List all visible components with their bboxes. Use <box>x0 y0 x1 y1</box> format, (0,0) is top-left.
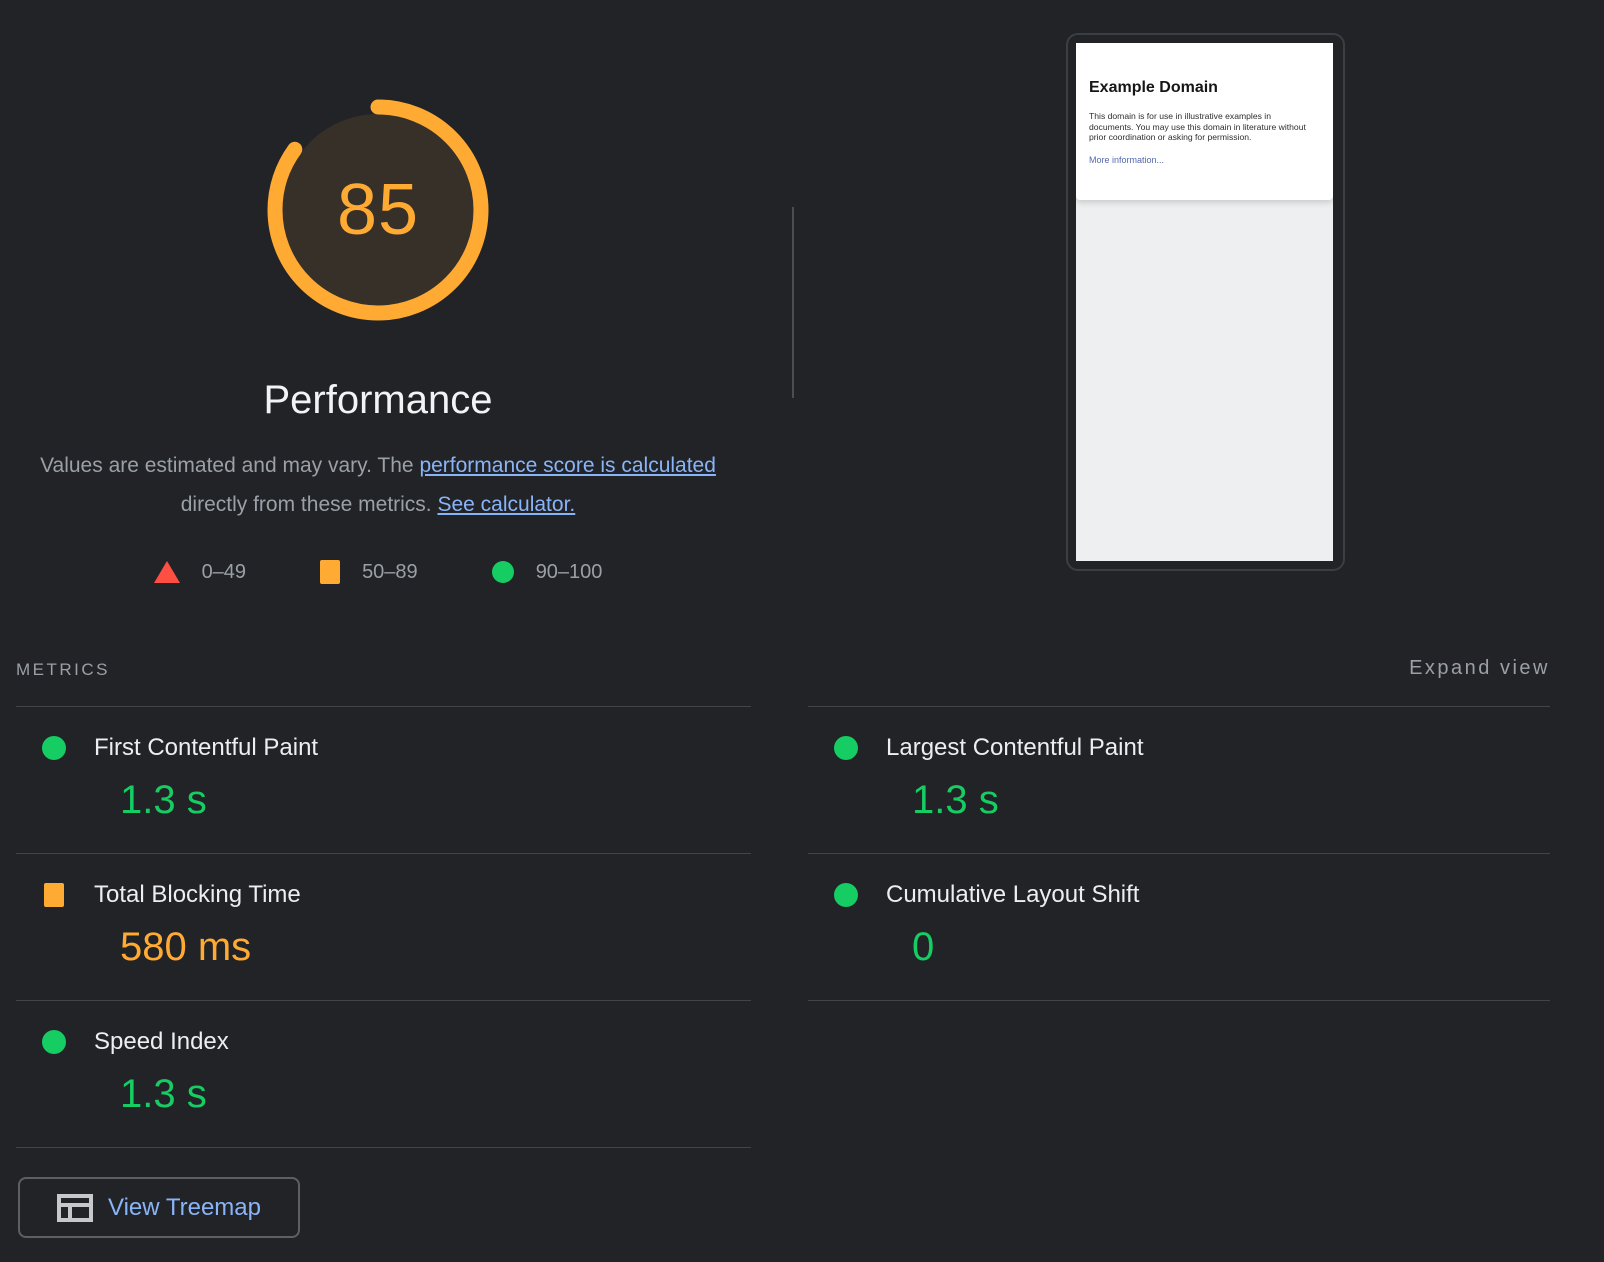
metric-speed-index: Speed Index 1.3 s <box>16 1001 751 1148</box>
score-description: Values are estimated and may vary. The p… <box>30 446 726 524</box>
pass-circle-icon <box>834 736 858 760</box>
pass-circle-icon <box>492 561 514 583</box>
metrics-column-right: Largest Contentful Paint 1.3 s Cumulativ… <box>808 706 1550 1001</box>
score-calc-link[interactable]: performance score is calculated <box>419 454 715 477</box>
metric-name: Largest Contentful Paint <box>886 733 1144 763</box>
average-square-icon <box>320 560 340 584</box>
pass-circle-icon <box>42 1030 66 1054</box>
metric-name: First Contentful Paint <box>94 733 318 763</box>
legend-average: 50–89 <box>320 560 418 584</box>
performance-title: Performance <box>0 378 756 423</box>
screenshot-page-card: Example Domain This domain is for use in… <box>1076 43 1333 200</box>
metric-value: 0 <box>912 924 1550 970</box>
metric-name: Cumulative Layout Shift <box>886 880 1139 910</box>
description-text: Values are estimated and may vary. The <box>40 454 419 477</box>
screenshot-page-body: This domain is for use in illustrative e… <box>1089 111 1317 143</box>
expand-view-button[interactable]: Expand view <box>1409 653 1550 683</box>
metric-cumulative-layout-shift: Cumulative Layout Shift 0 <box>808 854 1550 1001</box>
metric-value: 1.3 s <box>120 777 751 823</box>
metric-first-contentful-paint: First Contentful Paint 1.3 s <box>16 707 751 854</box>
metrics-column-left: First Contentful Paint 1.3 s Total Block… <box>16 706 751 1148</box>
legend-pass-range: 90–100 <box>536 561 603 584</box>
average-square-icon <box>42 883 66 907</box>
metric-largest-contentful-paint: Largest Contentful Paint 1.3 s <box>808 707 1550 854</box>
pass-circle-icon <box>834 883 858 907</box>
description-text-mid: directly from these metrics. <box>181 493 438 516</box>
metric-value: 1.3 s <box>912 777 1550 823</box>
performance-score: 85 <box>260 92 496 328</box>
screenshot-page-link: More information... <box>1089 155 1164 165</box>
legend-fail: 0–49 <box>154 561 247 584</box>
legend-fail-range: 0–49 <box>202 561 247 584</box>
treemap-icon <box>57 1194 93 1222</box>
legend-pass: 90–100 <box>492 561 603 584</box>
metric-total-blocking-time: Total Blocking Time 580 ms <box>16 854 751 1001</box>
view-treemap-button[interactable]: View Treemap <box>18 1177 300 1238</box>
pass-circle-icon <box>42 736 66 760</box>
score-legend: 0–49 50–89 90–100 <box>0 560 756 584</box>
section-divider <box>792 207 794 398</box>
legend-average-range: 50–89 <box>362 561 418 584</box>
metrics-section-title: METRICS <box>16 655 110 685</box>
view-treemap-label: View Treemap <box>108 1194 261 1222</box>
screenshot-page-title: Example Domain <box>1089 77 1317 99</box>
fail-triangle-icon <box>154 561 180 583</box>
screenshot-content: Example Domain This domain is for use in… <box>1076 43 1333 561</box>
metric-value: 580 ms <box>120 924 751 970</box>
metric-value: 1.3 s <box>120 1071 751 1117</box>
page-screenshot-thumbnail: Example Domain This domain is for use in… <box>1066 33 1345 571</box>
performance-gauge: 85 <box>260 92 496 328</box>
metric-name: Total Blocking Time <box>94 880 301 910</box>
metric-name: Speed Index <box>94 1027 229 1057</box>
see-calculator-link[interactable]: See calculator. <box>437 493 575 516</box>
